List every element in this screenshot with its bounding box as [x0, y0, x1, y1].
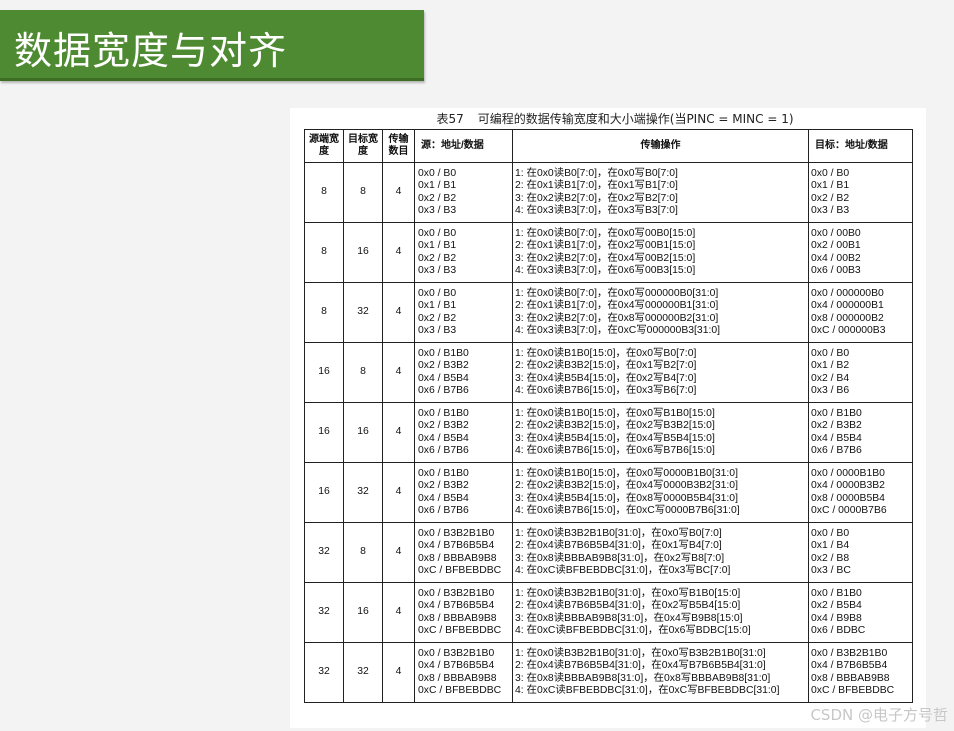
dst-data-cell: 0x0 / 000000B0 0x4 / 000000B1 0x8 / 0000…: [808, 282, 913, 343]
dst-data-cell: 0x0 / B0 0x1 / B1 0x2 / B2 0x3 / B3: [808, 162, 913, 223]
table-row: 16 8 4 0x0 / B1B0 0x2 / B3B2 0x4 / B5B4 …: [304, 342, 913, 403]
dst-data-cell: 0x0 / 0000B1B0 0x4 / 0000B3B2 0x8 / 0000…: [808, 462, 913, 523]
dst-data-cell: 0x0 / B1B0 0x2 / B3B2 0x4 / B5B4 0x6 / B…: [808, 402, 913, 463]
count-cell: 4: [382, 162, 415, 223]
ops-cell: 1: 在0x0读B0[7:0]，在0x0写000000B0[31:0] 2: 在…: [512, 282, 809, 343]
src-width-cell: 16: [304, 402, 344, 463]
dst-data-cell: 0x0 / B0 0x1 / B4 0x2 / B8 0x3 / BC: [808, 522, 913, 583]
count-cell: 4: [382, 402, 415, 463]
header-transfer-ops: 传输操作: [512, 129, 809, 163]
src-width-cell: 16: [304, 462, 344, 523]
dst-width-cell: 16: [343, 402, 383, 463]
src-data-cell: 0x0 / B3B2B1B0 0x4 / B7B6B5B4 0x8 / BBBA…: [414, 642, 513, 703]
table-caption-text: 可编程的数据传输宽度和大小端操作(当PINC = MINC = 1): [477, 112, 794, 126]
count-cell: 4: [382, 282, 415, 343]
ops-cell: 1: 在0x0读B1B0[15:0]，在0x0写B0[7:0] 2: 在0x2读…: [512, 342, 809, 403]
src-width-cell: 8: [304, 282, 344, 343]
table-row: 32 8 4 0x0 / B3B2B1B0 0x4 / B7B6B5B4 0x8…: [304, 522, 913, 583]
dst-width-cell: 8: [343, 162, 383, 223]
src-data-cell: 0x0 / B3B2B1B0 0x4 / B7B6B5B4 0x8 / BBBA…: [414, 582, 513, 643]
transfer-table: 源端宽度 目标宽度 传输数目 源：地址/数据 传输操作 目标：地址/数据 8 8…: [304, 129, 913, 703]
ops-cell: 1: 在0x0读B1B0[15:0]，在0x0写B1B0[15:0] 2: 在0…: [512, 402, 809, 463]
src-width-cell: 32: [304, 642, 344, 703]
table-row: 32 16 4 0x0 / B3B2B1B0 0x4 / B7B6B5B4 0x…: [304, 582, 913, 643]
dst-data-cell: 0x0 / 00B0 0x2 / 00B1 0x4 / 00B2 0x6 / 0…: [808, 222, 913, 283]
table-row: 8 32 4 0x0 / B0 0x1 / B1 0x2 / B2 0x3 / …: [304, 282, 913, 343]
count-cell: 4: [382, 642, 415, 703]
ops-cell: 1: 在0x0读B3B2B1B0[31:0]，在0x0写B1B0[15:0] 2…: [512, 582, 809, 643]
header-row: 源端宽度 目标宽度 传输数目 源：地址/数据 传输操作 目标：地址/数据: [304, 129, 913, 163]
ops-cell: 1: 在0x0读B3B2B1B0[31:0]，在0x0写B0[7:0] 2: 在…: [512, 522, 809, 583]
watermark: CSDN @电子方号哲: [810, 706, 948, 724]
slide-title: 数据宽度与对齐: [14, 29, 288, 73]
dst-width-cell: 16: [343, 222, 383, 283]
dst-width-cell: 32: [343, 642, 383, 703]
dst-data-cell: 0x0 / B1B0 0x2 / B5B4 0x4 / B9B8 0x6 / B…: [808, 582, 913, 643]
table-row: 32 32 4 0x0 / B3B2B1B0 0x4 / B7B6B5B4 0x…: [304, 642, 913, 703]
table-row: 16 16 4 0x0 / B1B0 0x2 / B3B2 0x4 / B5B4…: [304, 402, 913, 463]
dst-width-cell: 8: [343, 522, 383, 583]
src-data-cell: 0x0 / B0 0x1 / B1 0x2 / B2 0x3 / B3: [414, 162, 513, 223]
header-src-addr-data: 源：地址/数据: [414, 129, 513, 163]
src-width-cell: 32: [304, 582, 344, 643]
ops-cell: 1: 在0x0读B0[7:0]，在0x0写00B0[15:0] 2: 在0x1读…: [512, 222, 809, 283]
count-cell: 4: [382, 222, 415, 283]
src-data-cell: 0x0 / B1B0 0x2 / B3B2 0x4 / B5B4 0x6 / B…: [414, 402, 513, 463]
src-width-cell: 32: [304, 522, 344, 583]
dst-width-cell: 16: [343, 582, 383, 643]
table-row: 8 8 4 0x0 / B0 0x1 / B1 0x2 / B2 0x3 / B…: [304, 162, 913, 223]
header-src-width: 源端宽度: [304, 129, 344, 163]
header-dst-width: 目标宽度: [343, 129, 383, 163]
count-cell: 4: [382, 462, 415, 523]
ops-cell: 1: 在0x0读B0[7:0]，在0x0写B0[7:0] 2: 在0x1读B1[…: [512, 162, 809, 223]
src-data-cell: 0x0 / B0 0x1 / B1 0x2 / B2 0x3 / B3: [414, 282, 513, 343]
table-row: 16 32 4 0x0 / B1B0 0x2 / B3B2 0x4 / B5B4…: [304, 462, 913, 523]
src-data-cell: 0x0 / B1B0 0x2 / B3B2 0x4 / B5B4 0x6 / B…: [414, 462, 513, 523]
src-width-cell: 16: [304, 342, 344, 403]
src-data-cell: 0x0 / B1B0 0x2 / B3B2 0x4 / B5B4 0x6 / B…: [414, 342, 513, 403]
src-data-cell: 0x0 / B0 0x1 / B1 0x2 / B2 0x3 / B3: [414, 222, 513, 283]
ops-cell: 1: 在0x0读B3B2B1B0[31:0]，在0x0写B3B2B1B0[31:…: [512, 642, 809, 703]
table-row: 8 16 4 0x0 / B0 0x1 / B1 0x2 / B2 0x3 / …: [304, 222, 913, 283]
dst-width-cell: 32: [343, 282, 383, 343]
header-count: 传输数目: [382, 129, 415, 163]
document-page: 表57 可编程的数据传输宽度和大小端操作(当PINC = MINC = 1) 源端…: [290, 108, 926, 728]
ops-cell: 1: 在0x0读B1B0[15:0]，在0x0写0000B1B0[31:0] 2…: [512, 462, 809, 523]
src-width-cell: 8: [304, 162, 344, 223]
dst-data-cell: 0x0 / B3B2B1B0 0x4 / B7B6B5B4 0x8 / BBBA…: [808, 642, 913, 703]
count-cell: 4: [382, 582, 415, 643]
src-data-cell: 0x0 / B3B2B1B0 0x4 / B7B6B5B4 0x8 / BBBA…: [414, 522, 513, 583]
count-cell: 4: [382, 522, 415, 583]
count-cell: 4: [382, 342, 415, 403]
slide-title-banner: 数据宽度与对齐: [0, 10, 424, 81]
dst-data-cell: 0x0 / B0 0x1 / B2 0x2 / B4 0x3 / B6: [808, 342, 913, 403]
table-caption: 表57 可编程的数据传输宽度和大小端操作(当PINC = MINC = 1): [290, 110, 926, 127]
dst-width-cell: 8: [343, 342, 383, 403]
src-width-cell: 8: [304, 222, 344, 283]
table-number: 表57: [436, 112, 464, 126]
dst-width-cell: 32: [343, 462, 383, 523]
header-dst-addr-data: 目标：地址/数据: [808, 129, 913, 163]
